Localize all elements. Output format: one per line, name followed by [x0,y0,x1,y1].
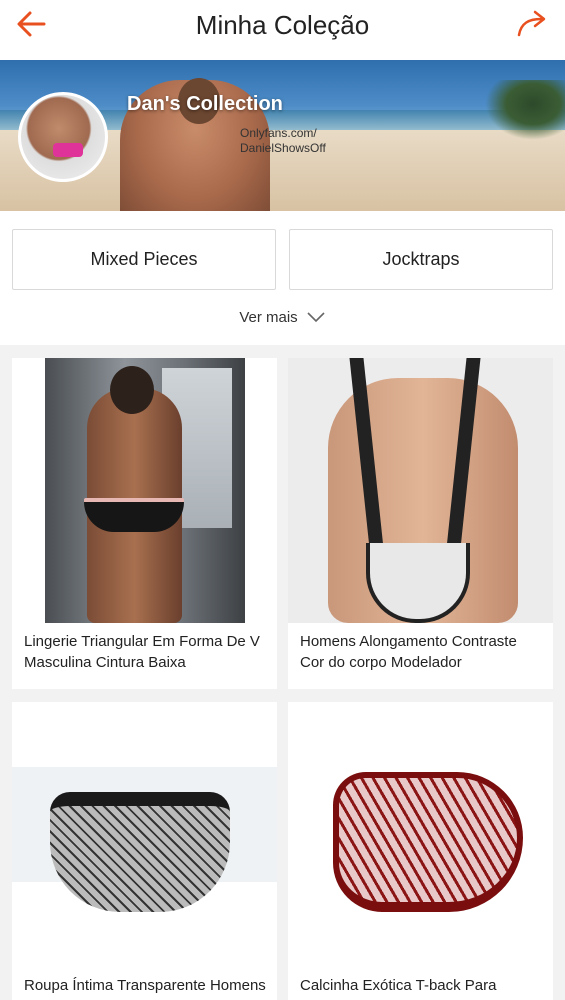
product-name: Calcinha Exótica T-back Para Homens Rend… [300,977,497,1000]
product-name: Lingerie Triangular Em Forma De V Mascul… [24,633,260,671]
avatar-brief [53,143,83,157]
see-more-button[interactable]: Ver mais [0,305,565,329]
page-title: Minha Coleção [195,10,370,40]
share-arrow-icon[interactable] [515,8,551,40]
product-image [288,358,553,623]
collection-name: Dan's Collection [127,93,283,115]
product-card[interactable]: Lingerie Triangular Em Forma De V Mascul… [12,358,277,689]
product-name: Roupa Íntima Transparente Homens Cueca S… [24,977,266,1000]
banner-palm [485,80,565,140]
category-tags: Mixed Pieces Jocktraps Ver mais [0,211,565,345]
product-card[interactable]: Calcinha Exótica T-back Para Homens Rend… [288,702,553,1000]
product-card[interactable]: Homens Alongamento Contraste Cor do corp… [288,358,553,689]
product-card[interactable]: Roupa Íntima Transparente Homens Cueca S… [12,702,277,1000]
collection-banner: Onlyfans.com/ DanielShowsOff Dan's Colle… [0,60,565,211]
chevron-down-icon [307,312,325,323]
product-image [12,702,277,967]
tag-jocktraps[interactable]: Jocktraps [289,229,553,290]
top-bar: Minha Coleção [0,0,565,60]
tag-mixed-pieces[interactable]: Mixed Pieces [12,229,276,290]
avatar[interactable] [18,92,108,182]
banner-watermark: Onlyfans.com/ DanielShowsOff [240,126,326,155]
product-name: Homens Alongamento Contraste Cor do corp… [300,633,517,671]
product-image [12,358,277,623]
product-image [288,702,553,967]
see-more-label: Ver mais [239,308,298,326]
